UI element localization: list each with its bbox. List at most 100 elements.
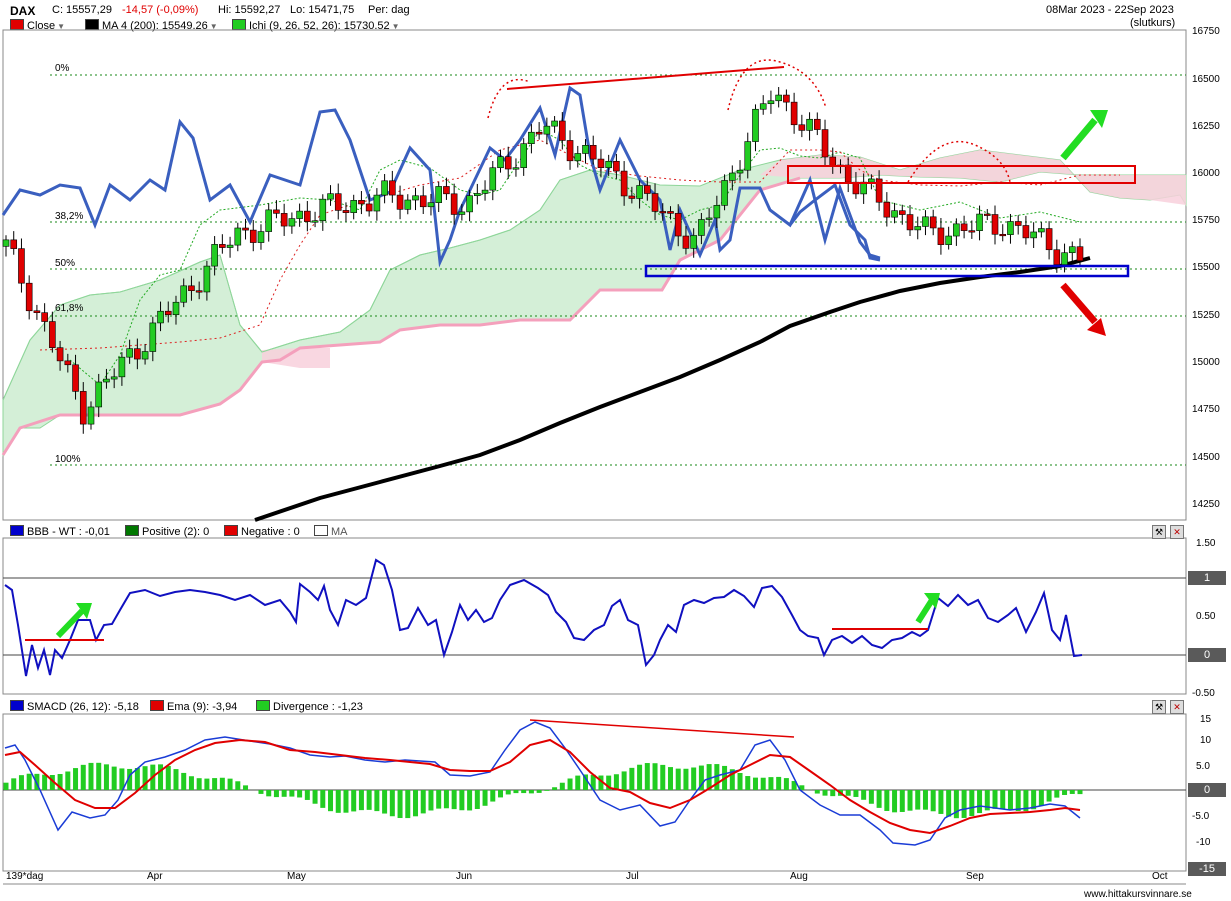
divergence-bar: [505, 790, 511, 795]
candle-body: [945, 235, 952, 245]
candle-body: [906, 214, 914, 231]
y-tick: 16750: [1192, 26, 1220, 37]
candle-body: [419, 195, 427, 208]
divergence-bar: [513, 790, 519, 794]
x-tick: 139*dag: [6, 871, 44, 882]
candle-body: [296, 210, 303, 219]
y-tick: -0.50: [1192, 688, 1215, 699]
candle-body: [1053, 249, 1061, 265]
candle-body: [999, 233, 1007, 237]
x-tick: Sep: [966, 871, 984, 882]
candle-body: [481, 189, 489, 194]
divergence-bar: [559, 782, 565, 790]
candle-body: [273, 209, 280, 214]
candle-body: [466, 195, 473, 213]
legend-negative[interactable]: Negative : 0: [224, 525, 300, 538]
candle-body: [265, 209, 273, 232]
divergence-bar: [644, 763, 650, 790]
candle-body: [95, 381, 103, 408]
fib-label-382: 38,2%: [55, 211, 84, 222]
candle-body: [983, 213, 991, 216]
legend-positive-swatch: [125, 525, 139, 536]
candle-body: [844, 164, 852, 183]
divergence-bar: [706, 764, 712, 790]
divergence-bar: [629, 767, 635, 790]
candle-body: [736, 169, 744, 174]
divergence-bar: [243, 785, 249, 790]
macd-level-badge: -15: [1188, 862, 1226, 876]
chart-canvas[interactable]: [0, 0, 1231, 901]
divergence-bar: [969, 790, 975, 816]
y-tick: 15: [1200, 714, 1212, 725]
divergence-bar: [552, 787, 558, 790]
candle-body: [350, 200, 357, 213]
divergence-bar: [1000, 790, 1006, 809]
divergence-bar: [366, 790, 372, 810]
candle-body: [953, 223, 960, 237]
divergence-bar: [188, 776, 194, 790]
candle-body: [1014, 221, 1022, 226]
candle-body: [103, 378, 110, 383]
candle-body: [775, 94, 782, 102]
x-tick: Oct: [1152, 871, 1168, 882]
candle-body: [203, 265, 211, 293]
candle-body: [18, 248, 25, 284]
divergence-bar: [451, 790, 457, 810]
candle-body: [149, 322, 157, 352]
candle-body: [188, 285, 195, 291]
candle-body: [342, 210, 350, 213]
candle-body: [427, 202, 435, 208]
divergence-bar: [853, 790, 859, 797]
divergence-bar: [405, 790, 411, 819]
candle-body: [798, 124, 806, 131]
candle-body: [682, 235, 690, 249]
candle-body: [404, 199, 412, 210]
candle-body: [110, 376, 118, 380]
candle-body: [528, 131, 535, 144]
legend-ma-swatch: [314, 525, 328, 536]
legend-ema[interactable]: Ema (9): -3,94: [150, 700, 237, 713]
divergence-bar: [536, 790, 542, 793]
candle-body: [589, 145, 597, 160]
candle-body: [126, 348, 133, 358]
candle-body: [721, 180, 728, 206]
candle-body: [381, 180, 388, 196]
legend-divergence[interactable]: Divergence : -1,23: [256, 700, 363, 713]
arrow-down-red-icon: [1060, 282, 1106, 336]
legend-smacd[interactable]: SMACD (26, 12): -5,18: [10, 700, 139, 713]
candle-body: [64, 360, 72, 366]
macd-divergence-bars: [3, 762, 1083, 819]
candle-body: [304, 210, 311, 222]
candle-body: [512, 167, 520, 170]
legend-ma[interactable]: MA: [314, 525, 348, 538]
close-icon[interactable]: ✕: [1170, 700, 1184, 714]
wrench-icon[interactable]: ⚒: [1152, 525, 1166, 539]
candle-body: [883, 201, 891, 218]
divergence-bar: [335, 790, 341, 813]
y-tick: 16250: [1192, 121, 1220, 132]
candle-body: [767, 100, 775, 105]
candle-body: [613, 160, 620, 172]
candle-body: [937, 227, 945, 245]
legend-positive[interactable]: Positive (2): 0: [125, 525, 209, 538]
divergence-bar: [428, 790, 434, 811]
close-icon[interactable]: ✕: [1170, 525, 1184, 539]
divergence-bar: [521, 790, 527, 794]
legend-divergence-swatch: [256, 700, 270, 711]
candle-body: [829, 156, 837, 166]
candle-body: [806, 118, 813, 131]
divergence-bar: [899, 790, 905, 812]
candle-body: [813, 118, 821, 130]
y-tick: 10: [1200, 735, 1212, 746]
candle-body: [56, 347, 64, 362]
candle-body: [551, 120, 558, 127]
divergence-bar: [667, 767, 673, 790]
candle-body: [651, 193, 659, 212]
wrench-icon[interactable]: ⚒: [1152, 700, 1166, 714]
divergence-bar: [165, 765, 171, 790]
legend-bbb[interactable]: BBB - WT : -0,01: [10, 525, 110, 538]
top-arc-1: [487, 78, 531, 119]
divergence-bar: [212, 778, 218, 790]
y-tick: 0.50: [1196, 611, 1216, 622]
divergence-bar: [760, 777, 766, 790]
